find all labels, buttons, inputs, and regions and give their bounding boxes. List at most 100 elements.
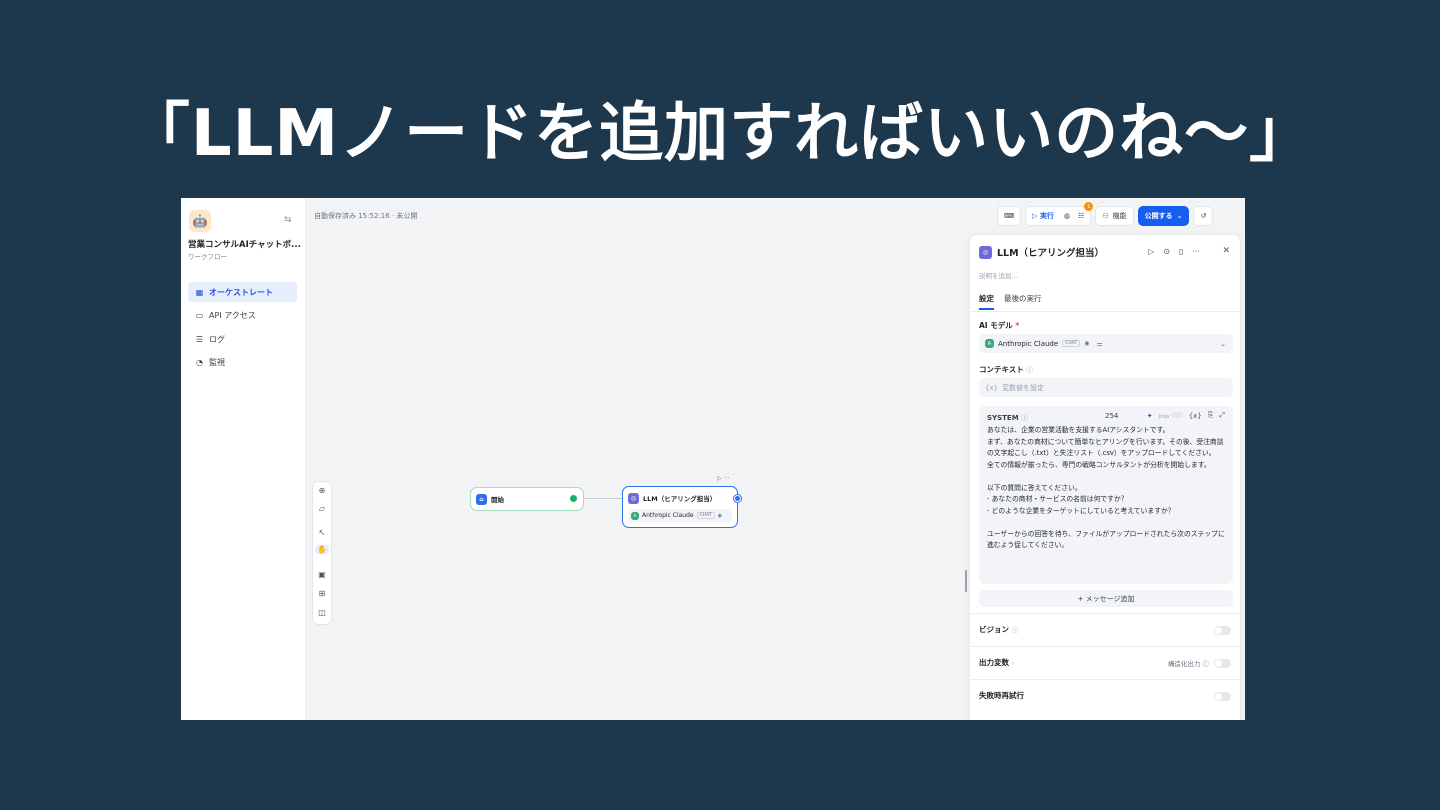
output-vars-row: 出力変数 › 構造化出力 ⓘ xyxy=(970,646,1240,679)
context-placeholder: 変数値を設定 xyxy=(1002,383,1045,392)
more-icon[interactable]: ··· xyxy=(1192,247,1200,256)
sidebar-item-label: ログ xyxy=(209,334,225,344)
output-port[interactable] xyxy=(734,495,741,502)
publish-label: 公開する xyxy=(1144,212,1173,220)
structured-output-label: 構造化出力 ⓘ xyxy=(1168,658,1209,668)
llm-node-model: A Anthropic Claude CHAT ◉ xyxy=(628,509,732,522)
start-node-header: ⌂ 開始 xyxy=(471,488,583,510)
required-mark: * xyxy=(1015,321,1020,330)
context-label-text: コンテキスト xyxy=(979,365,1024,374)
autosave-status: 自動保存済み 15:52:16 · 未公開 xyxy=(314,212,418,220)
checklist-icon[interactable]: ☷ xyxy=(1078,212,1084,220)
log-icon: ☰ xyxy=(195,334,204,344)
sidebar-item-monitor[interactable]: ◔ 監視 xyxy=(188,353,297,373)
features-label: 機能 xyxy=(1112,212,1127,220)
run-step-icon[interactable]: ▷ xyxy=(1148,247,1154,256)
sidebar-item-orchestrate[interactable]: ▦ オーケストレート xyxy=(188,282,297,302)
anthropic-icon: A xyxy=(985,339,994,348)
features-button[interactable]: ⚇ 機能 xyxy=(1095,206,1134,226)
success-status-icon xyxy=(570,495,577,502)
close-icon[interactable]: ✕ xyxy=(1222,246,1230,256)
system-prompt-text[interactable]: あなたは、企業の営業活動を支援するAIアシスタントです。 まず、あなたの商材につ… xyxy=(987,425,1227,552)
screenshot-window: 🤖 ⇆ 営業コンサルAIチャットボ... ワークフロー ▦ オーケストレート ▭… xyxy=(181,198,1245,720)
tab-settings[interactable]: 設定 xyxy=(979,293,994,310)
llm-node-header: ◎ LLM（ヒアリング担当） xyxy=(623,487,737,509)
sidebar: 🤖 ⇆ 営業コンサルAIチャットボ... ワークフロー ▦ オーケストレート ▭… xyxy=(181,198,306,720)
features-icon: ⚇ xyxy=(1102,212,1109,220)
export-image-icon[interactable]: ▣ xyxy=(313,570,331,579)
vision-toggle[interactable] xyxy=(1214,626,1231,635)
add-note-icon[interactable]: ▱ xyxy=(313,504,331,513)
headline: 「LLMノードを追加すればいいのね〜」 xyxy=(125,97,1315,171)
panel-title[interactable]: LLM（ヒアリング担当） xyxy=(997,245,1104,259)
top-toolbar: ⌨ ▷ 実行 ◍ ☷ 1 ⚇ 機能 公開する ⌄ ↺ xyxy=(997,202,1214,226)
panel-header: ◎ LLM（ヒアリング担当） xyxy=(979,245,1104,259)
vision-row: ビジョン ⓘ xyxy=(970,613,1240,646)
chevron-down-icon: ⌄ xyxy=(1176,212,1183,220)
env-icon: ⌨ xyxy=(1004,212,1015,220)
sidebar-item-api-access[interactable]: ▭ API アクセス xyxy=(188,306,297,326)
insert-variable-icon[interactable]: {x} xyxy=(1189,412,1202,420)
minimap-icon[interactable]: ◫ xyxy=(313,608,331,617)
node-actions[interactable]: ▷ ··· xyxy=(717,475,729,482)
llm-node-model-tag: CHAT xyxy=(696,512,715,519)
llm-node-model-name: Anthropic Claude xyxy=(642,512,694,519)
expand-icon[interactable]: ⤢ xyxy=(1219,411,1225,420)
node-config-panel: ◎ LLM（ヒアリング担当） ▷ ⊙ ▯ ··· ✕ 説明を追加... 設定 最… xyxy=(969,234,1241,720)
help-icon: ⓘ xyxy=(1011,626,1019,634)
system-label: SYSTEM ⓘ xyxy=(987,412,1028,422)
retry-row: 失敗時再試行 xyxy=(970,679,1240,712)
hand-icon[interactable]: ✋ xyxy=(315,545,329,554)
sparkle-icon[interactable]: ✦ xyxy=(1147,412,1153,420)
start-node-title: 開始 xyxy=(491,496,504,504)
docs-icon[interactable]: ▯ xyxy=(1179,247,1183,256)
structured-output-toggle[interactable] xyxy=(1214,659,1231,668)
llm-node[interactable]: ◎ LLM（ヒアリング担当） A Anthropic Claude CHAT ◉ xyxy=(622,486,741,528)
expand-chevron-icon[interactable]: › xyxy=(1012,659,1015,667)
retry-label: 失敗時再試行 xyxy=(979,691,1024,700)
model-settings-icon[interactable]: ⚌ xyxy=(1096,340,1102,348)
app-icon: 🤖 xyxy=(189,210,211,232)
jinja-toggle[interactable]: Jinja xyxy=(1159,411,1183,420)
retry-toggle[interactable] xyxy=(1214,692,1231,701)
publish-button[interactable]: 公開する ⌄ xyxy=(1137,206,1190,226)
description-input[interactable]: 説明を追加... xyxy=(979,270,1018,280)
help-icon: ⓘ xyxy=(1021,414,1028,422)
sidebar-item-logs[interactable]: ☰ ログ xyxy=(188,329,297,349)
terminal-icon: ▭ xyxy=(195,311,204,320)
history-button[interactable]: ↺ xyxy=(1193,206,1214,226)
divider xyxy=(970,311,1240,312)
run-group: ▷ 実行 ◍ ☷ 1 xyxy=(1025,202,1094,226)
checklist-run-icon[interactable]: ◍ xyxy=(1064,212,1070,220)
add-message-button[interactable]: + メッセージ追加 xyxy=(979,590,1233,607)
context-label: コンテキスト ⓘ xyxy=(979,364,1033,375)
workflow-canvas[interactable]: 自動保存済み 15:52:16 · 未公開 ⌨ ▷ 実行 ◍ ☷ 1 ⚇ 機能 … xyxy=(306,198,1245,720)
env-button[interactable]: ⌨ xyxy=(997,206,1022,226)
system-prompt-editor[interactable]: SYSTEM ⓘ 254 ✦ Jinja {x} ⎘ ⤢ あなたは、企業の営業活… xyxy=(979,406,1233,584)
help-icon[interactable]: ⊙ xyxy=(1163,247,1170,256)
panel-resize-handle[interactable] xyxy=(965,570,967,592)
structured-output-label-text: 構造化出力 xyxy=(1167,660,1201,668)
sidebar-item-label: API アクセス xyxy=(209,311,256,320)
model-tag: CHAT xyxy=(1062,340,1081,347)
copy-icon[interactable]: ⎘ xyxy=(1208,411,1214,420)
model-selector[interactable]: A Anthropic Claude CHAT ◉ ⚌ ⌄ xyxy=(979,334,1233,353)
llm-node-title: LLM（ヒアリング担当） xyxy=(643,495,717,503)
context-input[interactable]: {x} 変数値を設定 xyxy=(979,378,1233,397)
prompt-tools: ✦ Jinja {x} ⎘ ⤢ xyxy=(1147,411,1225,420)
tab-last-run[interactable]: 最後の実行 xyxy=(1004,293,1042,310)
run-button[interactable]: ▷ 実行 xyxy=(1032,211,1054,221)
eye-icon: ◉ xyxy=(1084,340,1090,347)
add-node-icon[interactable]: ⊕ xyxy=(313,486,331,495)
start-node[interactable]: ⌂ 開始 xyxy=(470,487,584,511)
pointer-icon[interactable]: ↖ xyxy=(313,528,331,537)
sidebar-item-label: オーケストレート xyxy=(209,287,273,297)
system-label-text: SYSTEM xyxy=(987,414,1019,422)
collapse-sidebar-icon[interactable]: ⇆ xyxy=(284,215,292,225)
ai-model-label-text: AI モデル xyxy=(979,321,1013,330)
chevron-down-icon: ⌄ xyxy=(1220,339,1226,348)
checklist-badge: 1 xyxy=(1084,202,1094,211)
sidebar-item-label: 監視 xyxy=(209,358,225,367)
edge-start-to-llm xyxy=(584,498,622,499)
organize-nodes-icon[interactable]: ⊞ xyxy=(313,589,331,598)
